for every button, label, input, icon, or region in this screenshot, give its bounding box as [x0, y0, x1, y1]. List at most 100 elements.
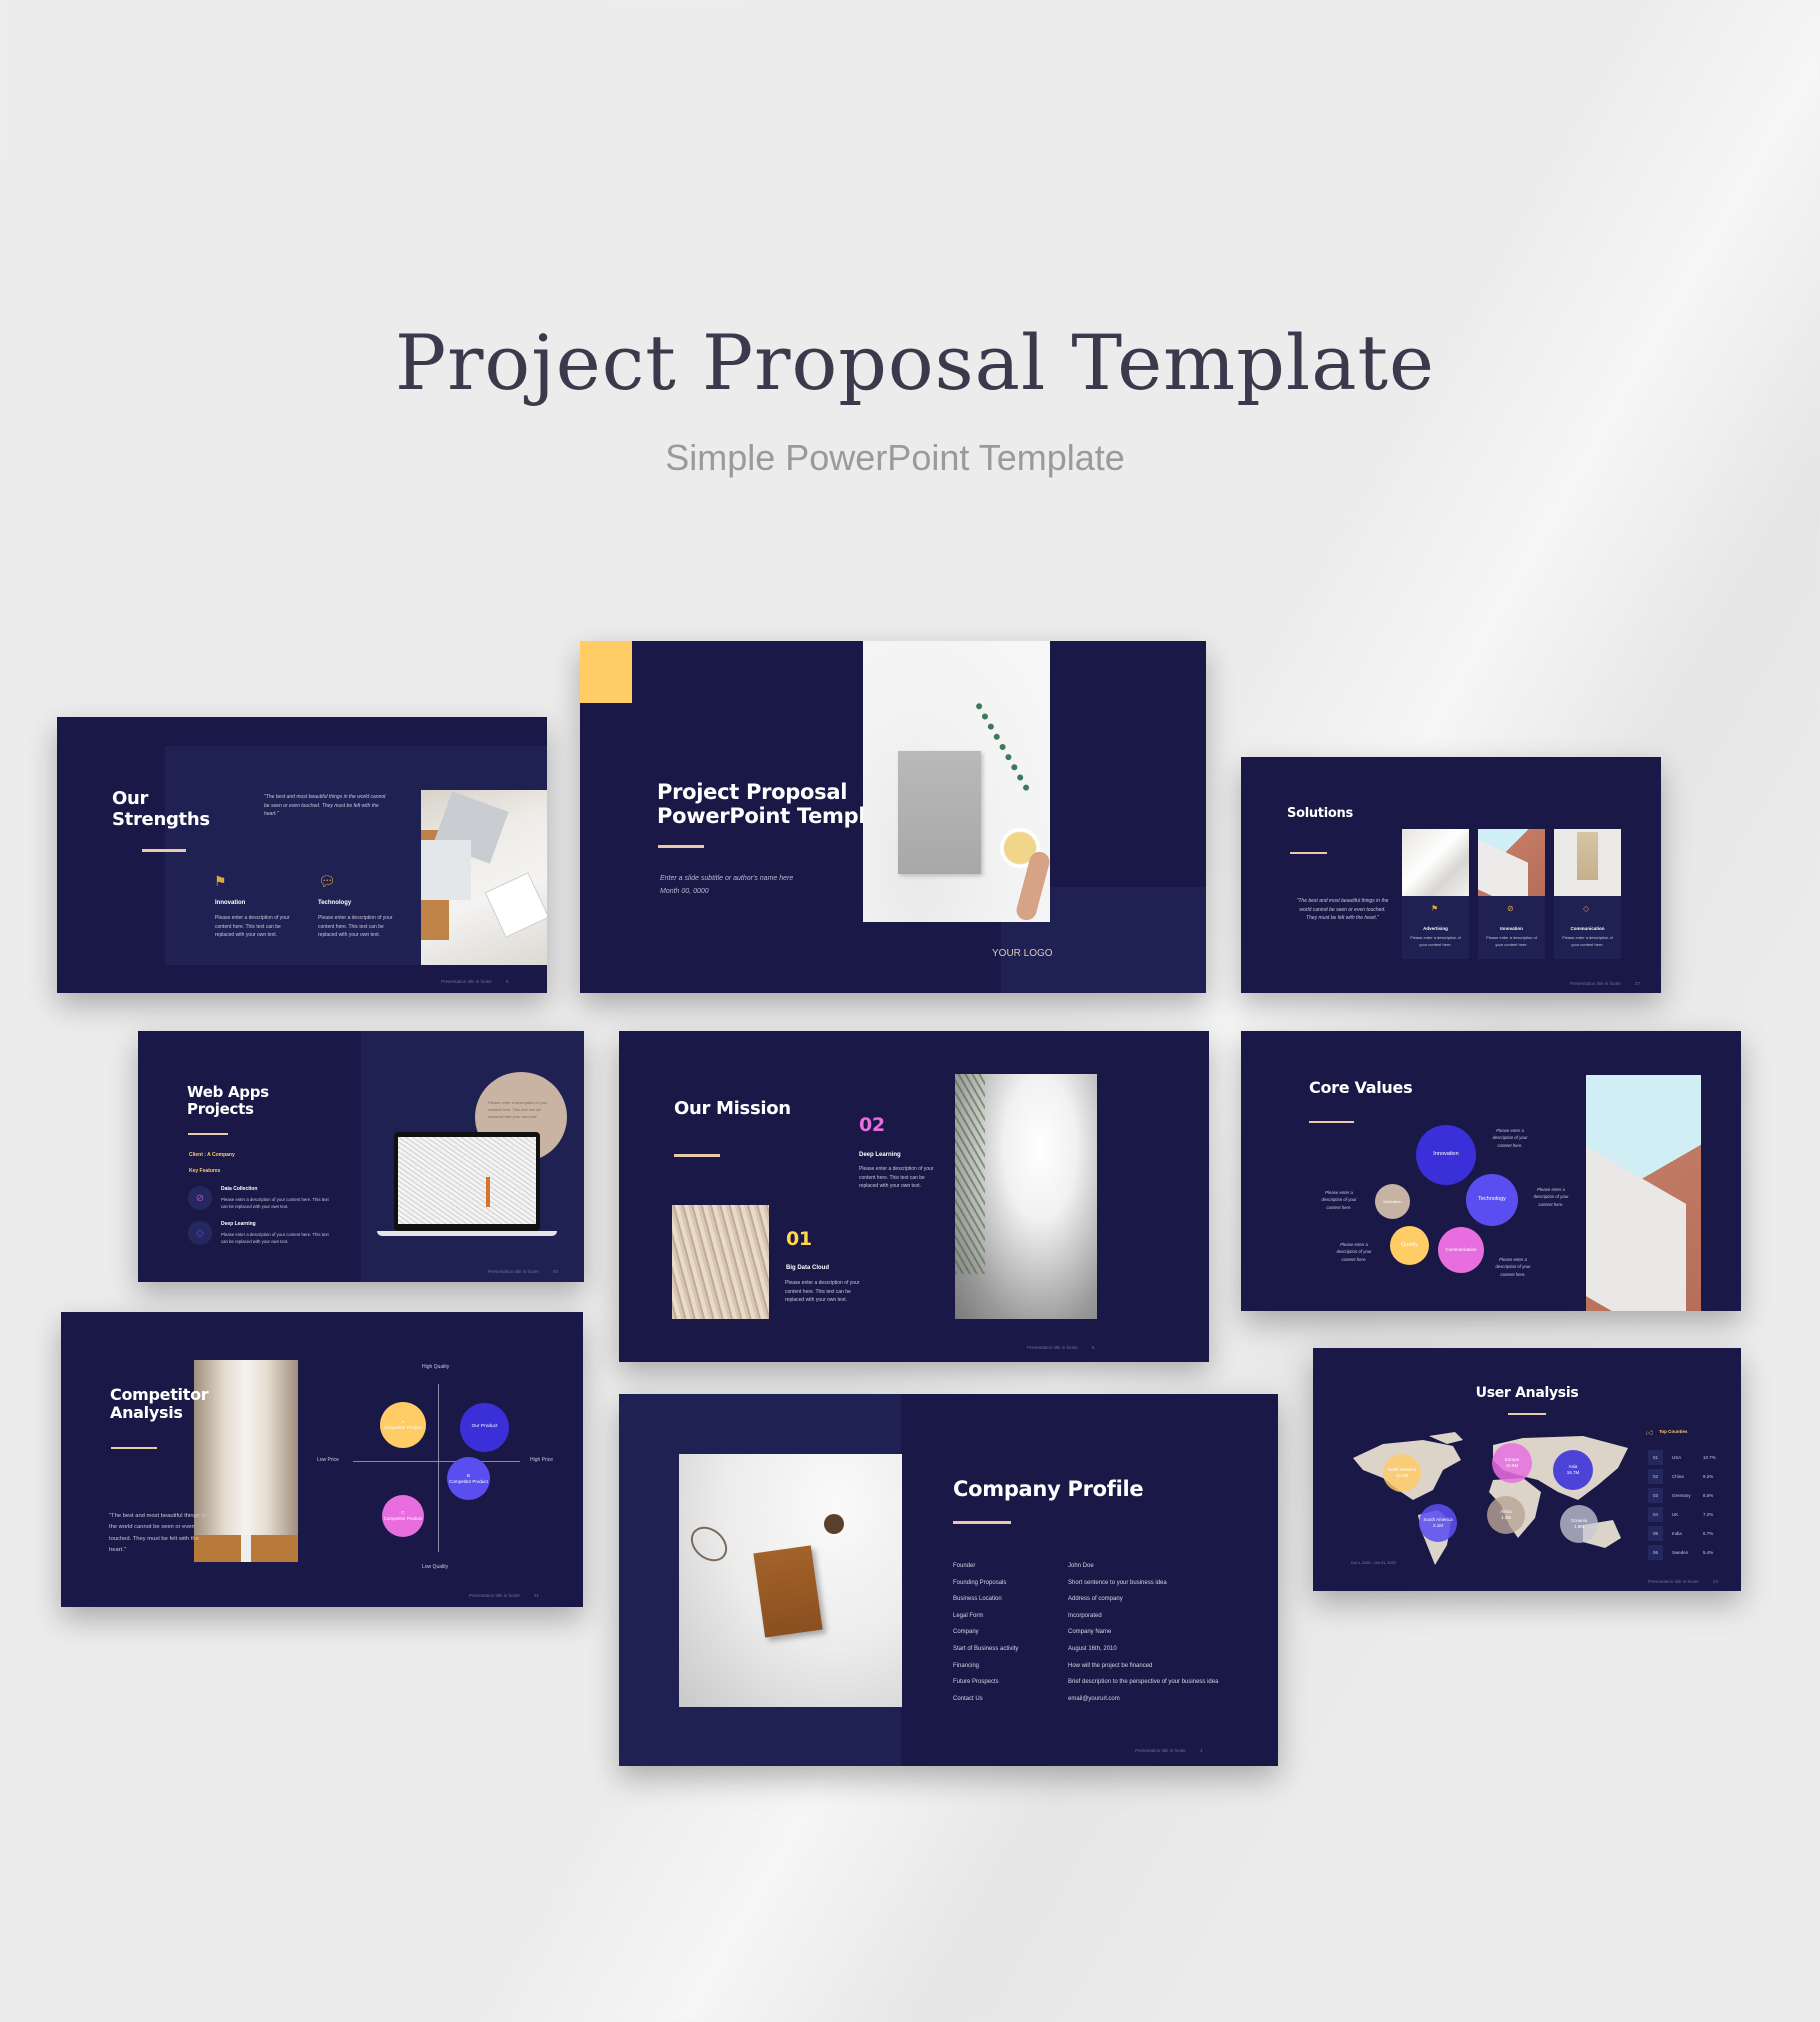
item-number: 02: [859, 1114, 885, 1136]
logo-text: YOUR LOGO: [992, 948, 1053, 959]
region-north-america: North America 12.4M: [1383, 1454, 1421, 1492]
profile-table: Founder John Doe Founding Proposals Short s…: [953, 1563, 1273, 1712]
slide-footer: Presentation title in footer 24: [1648, 1579, 1719, 1584]
region-south-america: South America 2.1M: [1419, 1504, 1457, 1542]
photo-brick-building: [1478, 829, 1545, 896]
slide-title: Our Mission: [674, 1098, 791, 1119]
item-label: Big Data Cloud: [786, 1265, 829, 1271]
laptop-base: [377, 1231, 557, 1236]
slide-footer: Presentation title in footer 27: [1570, 981, 1641, 986]
profile-value: Company Name: [1068, 1629, 1112, 1636]
slide-cover[interactable]: Project Proposal PowerPoint Template Ente…: [580, 641, 1206, 993]
slide-our-strengths[interactable]: Our Strengths "The best and most beautifu…: [57, 717, 547, 993]
region-europe: Europe 10.5M: [1492, 1443, 1532, 1483]
region-africa: Africa 1.3M: [1487, 1496, 1525, 1534]
profile-value: email@yoururl.com: [1068, 1695, 1120, 1702]
axis-label-left: Low Price: [317, 1457, 339, 1463]
profile-row: Contact Us email@yoururl.com: [953, 1696, 1273, 1713]
value-desc: Please enter a description of your conte…: [1336, 1242, 1372, 1262]
solution-card: ⚑ Advertising Please enter a description…: [1402, 829, 1469, 959]
country-row: 03 Germany 8.5%: [1648, 1486, 1733, 1505]
profile-row: Founding Proposals Short sentence to your…: [953, 1580, 1273, 1597]
profile-row: Business Location Address of company: [953, 1596, 1273, 1613]
quote: "The best and most beautiful things in t…: [1296, 898, 1389, 921]
item-label: Innovation: [215, 900, 246, 906]
slide-core-values[interactable]: Core Values Innovation Technology Motiva…: [1241, 1031, 1741, 1311]
country-list: 01 USA 10.7% 02 China 9.2% 03 Germany 8.5% 04 UK 7.…: [1648, 1448, 1733, 1562]
slide-footer: Presentation title in footer 5: [1027, 1345, 1095, 1350]
slide-solutions[interactable]: Solutions "The best and most beautiful t…: [1241, 757, 1661, 993]
slide-title: User Analysis: [1475, 1385, 1579, 1401]
horizontal-axis: [353, 1461, 520, 1462]
client-label: Client : A Company: [189, 1152, 235, 1158]
country-name: Germany: [1672, 1493, 1691, 1498]
laptop-image: [394, 1132, 540, 1231]
slide-footer: Presentation title in footer 9: [441, 979, 509, 984]
card-label: Advertising: [1423, 926, 1448, 931]
slide-footer: Presentation title in footer 40: [488, 1269, 559, 1274]
product-c: C Competitor Product: [382, 1495, 424, 1537]
value-circle-innovation: Innovation: [1416, 1125, 1476, 1185]
photo-leaf-shadows: [955, 1074, 1097, 1319]
value-desc: Please enter a description of your conte…: [1321, 1190, 1357, 1210]
country-pct: 7.2%: [1703, 1512, 1714, 1517]
feature-desc: Please enter a description of your conte…: [221, 1232, 329, 1245]
slide-web-apps[interactable]: Web Apps Projects Client : A Company Key …: [138, 1031, 584, 1282]
axis-label-bottom: Low Quality: [422, 1564, 449, 1570]
feature-label: Deep Learning: [221, 1221, 256, 1227]
slide-title: Web Apps Projects: [187, 1083, 269, 1119]
profile-key: Future Prospects: [953, 1679, 999, 1686]
slide-company-profile[interactable]: Company Profile Founder John Doe Founding …: [619, 1394, 1278, 1766]
profile-value: Address of company: [1068, 1596, 1123, 1603]
profile-value: How will the project be financed: [1068, 1662, 1153, 1669]
tag-icon: ◇: [1583, 904, 1590, 913]
axis-label-top: High Quality: [422, 1364, 450, 1370]
profile-key: Founder: [953, 1563, 976, 1569]
photo-cathedral: [194, 1360, 298, 1562]
page-subtitle: Simple PowerPoint Template: [665, 437, 1125, 478]
photo-dry-grass: [672, 1205, 769, 1319]
item-desc: Please enter a description of your conte…: [859, 1166, 934, 1189]
country-pct: 8.5%: [1703, 1493, 1714, 1498]
slide-footer: Presentation title in footer 21: [469, 1593, 540, 1598]
value-desc: Please enter a description of your conte…: [1495, 1257, 1531, 1277]
photo-stairs: [1402, 829, 1469, 896]
country-row: 06 Sweden 5.4%: [1648, 1543, 1733, 1562]
photo-books-on-bed: [421, 790, 547, 965]
feature-desc: Please enter a description of your conte…: [221, 1197, 329, 1210]
region-oceania: Oceania 1.9M: [1560, 1505, 1598, 1543]
title-underline: [142, 849, 186, 852]
slide-competitor-analysis[interactable]: Competitor Analysis "The best and most be…: [61, 1312, 583, 1607]
tag-icon: ◇: [188, 1221, 212, 1245]
country-name: India: [1672, 1531, 1682, 1536]
title-underline: [1309, 1121, 1354, 1123]
country-pct: 5.4%: [1703, 1550, 1714, 1555]
profile-key: Business Location: [953, 1596, 1002, 1603]
card-label: Innovation: [1500, 926, 1523, 931]
country-pct: 9.2%: [1703, 1474, 1714, 1479]
value-desc: Please enter a description of your conte…: [1492, 1128, 1528, 1148]
item-label: Deep Learning: [859, 1152, 901, 1158]
photo-notebook-glasses: [679, 1454, 902, 1707]
date-range: Oct 1, 2020 - Oct 31, 2020: [1351, 1561, 1396, 1565]
profile-row: Financing How will the project be finance…: [953, 1663, 1273, 1680]
slide-our-mission[interactable]: Our Mission 02 Deep Learning Please ente…: [619, 1031, 1209, 1362]
profile-key: Financing: [953, 1662, 980, 1669]
card-desc: Please enter a description of your conte…: [1410, 935, 1461, 947]
photo-window-stairs: [1554, 829, 1621, 896]
slide-user-analysis[interactable]: User Analysis North America 12.4M Europe 1…: [1313, 1348, 1741, 1591]
country-name: UK: [1672, 1512, 1679, 1517]
title-underline: [111, 1447, 157, 1449]
profile-row: Company Company Name: [953, 1629, 1273, 1646]
profile-key: Company: [953, 1629, 979, 1636]
profile-row: Start of Business activity August 16th, 2…: [953, 1646, 1273, 1663]
product-a: A Competitor Product: [380, 1402, 426, 1448]
key-features-label: Key Features: [189, 1168, 221, 1174]
slide-title: Solutions: [1287, 806, 1353, 821]
title-underline: [1290, 852, 1327, 854]
quote: "The best and most beautiful things in t…: [264, 794, 386, 817]
country-row: 01 USA 10.7%: [1648, 1448, 1733, 1467]
item-desc: Please enter a description of your conte…: [318, 915, 393, 938]
country-pct: 10.7%: [1703, 1455, 1716, 1460]
profile-key: Contact Us: [953, 1695, 983, 1702]
